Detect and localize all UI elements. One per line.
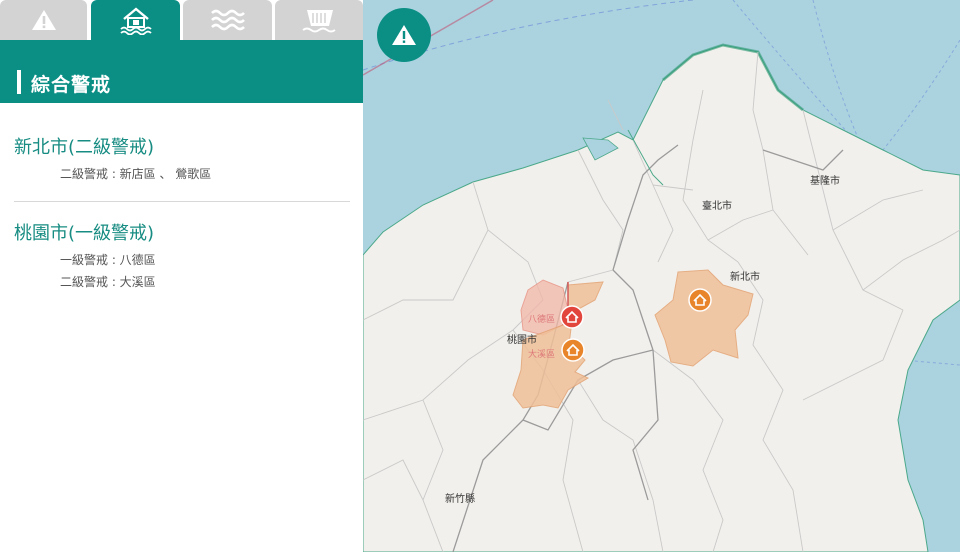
tab-flood[interactable] <box>91 0 180 40</box>
map-view[interactable]: 基隆市 臺北市 新北市 桃園市 新竹縣 八德區 大溪區 <box>363 0 960 552</box>
title-bar-accent <box>17 70 21 94</box>
map-label-keelung: 基隆市 <box>810 174 840 187</box>
land-mass <box>363 44 960 552</box>
warning-panel: 綜合警戒 新北市(二級警戒) 二級警戒 : 新店區 、 鶯歌區 桃園市(一級警戒… <box>0 0 364 552</box>
divider <box>14 201 350 202</box>
tab-bar <box>0 0 363 40</box>
region-title-taoyuan[interactable]: 桃園市(一級警戒) <box>14 219 154 245</box>
warning-triangle-icon <box>392 25 416 45</box>
warning-triangle-icon <box>31 10 56 30</box>
flooded-house-icon <box>119 7 152 35</box>
region-line: 一級警戒 : 八德區 <box>60 253 156 267</box>
region-title-new-taipei[interactable]: 新北市(二級警戒) <box>14 133 154 159</box>
alert-button[interactable] <box>377 8 431 62</box>
marker-bade[interactable] <box>560 305 584 329</box>
marker-new-taipei[interactable] <box>688 288 712 312</box>
map-label-taoyuan: 桃園市 <box>507 333 537 346</box>
map-label-hsinchu-county: 新竹縣 <box>445 492 475 505</box>
map-canvas: 基隆市 臺北市 新北市 桃園市 新竹縣 八德區 大溪區 <box>363 0 960 552</box>
tab-waves[interactable] <box>183 0 272 40</box>
tab-reservoir[interactable] <box>275 0 363 40</box>
map-label-bade: 八德區 <box>528 313 555 325</box>
map-label-daxi: 大溪區 <box>528 348 555 360</box>
tab-warning[interactable] <box>0 0 87 40</box>
panel-title: 綜合警戒 <box>31 74 112 96</box>
region-line: 二級警戒 : 新店區 、 鶯歌區 <box>60 167 212 181</box>
region-line: 二級警戒 : 大溪區 <box>60 275 156 289</box>
panel-header: 綜合警戒 <box>0 40 363 103</box>
waves-icon <box>210 9 245 31</box>
marker-daxi[interactable] <box>561 338 585 362</box>
dam-icon <box>302 10 336 33</box>
map-label-taipei: 臺北市 <box>702 199 732 212</box>
map-label-new-taipei: 新北市 <box>730 270 760 283</box>
